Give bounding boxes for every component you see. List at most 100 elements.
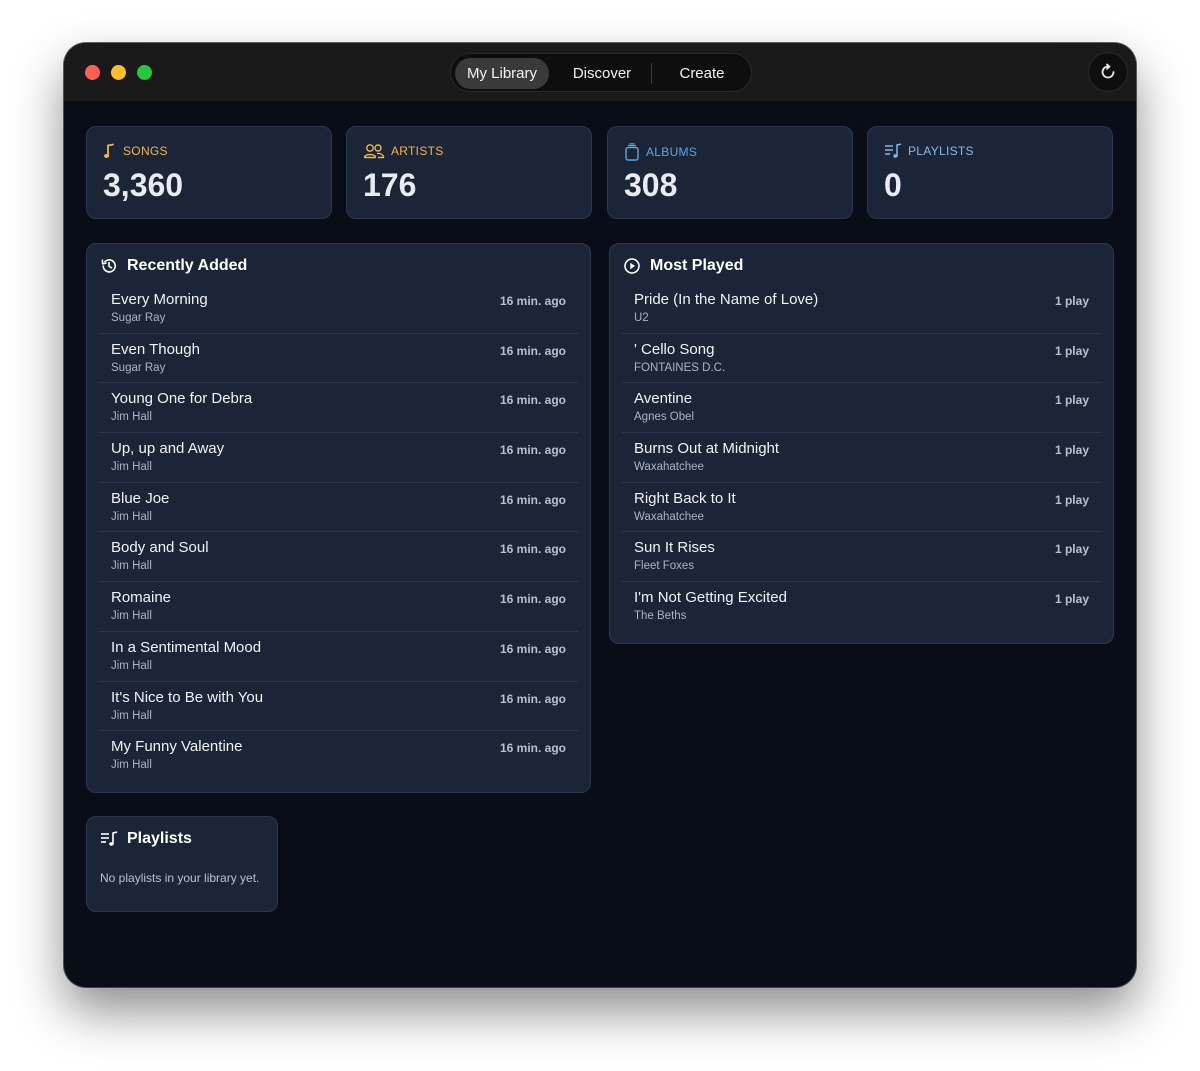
people-icon — [363, 144, 385, 159]
added-time: 16 min. ago — [499, 691, 566, 706]
most-played-panel: Most Played Pride (In the Name of Love) U… — [609, 243, 1114, 644]
list-item[interactable]: Romaine Jim Hall 16 min. ago — [99, 582, 578, 632]
most-played-title: Most Played — [650, 257, 744, 274]
track-artist: Jim Hall — [111, 759, 152, 772]
list-item[interactable]: Body and Soul Jim Hall 16 min. ago — [99, 532, 578, 583]
tab-divider — [651, 63, 652, 84]
added-time: 16 min. ago — [499, 641, 566, 656]
playlists-empty-message: No playlists in your library yet. — [100, 871, 260, 885]
stat-card-albums[interactable]: ALBUMS 308 — [607, 126, 853, 219]
track-artist: Jim Hall — [111, 461, 152, 474]
added-time: 16 min. ago — [499, 294, 566, 308]
track-artist: Fleet Foxes — [634, 560, 695, 573]
play-circle-icon — [624, 258, 640, 274]
most-played-list: Pride (In the Name of Love) U2 1 play ' Cel… — [622, 284, 1101, 632]
stat-card-playlists[interactable]: PLAYLISTS 0 — [867, 126, 1113, 219]
list-item[interactable]: Young One for Debra Jim Hall 16 min. ago — [99, 383, 578, 434]
tab-create[interactable]: Create — [655, 58, 749, 89]
artists-count: 176 — [363, 167, 417, 203]
list-item[interactable]: Right Back to It Waxahatchee 1 play — [622, 483, 1101, 533]
play-count: 1 play — [1054, 492, 1089, 507]
list-item[interactable]: Blue Joe Jim Hall 16 min. ago — [99, 483, 578, 533]
playlist-icon — [101, 831, 118, 846]
stat-card-songs[interactable]: SONGS 3,360 — [86, 126, 332, 219]
track-title: Right Back to It — [634, 489, 736, 507]
list-item[interactable]: Aventine Agnes Obel 1 play — [622, 383, 1101, 434]
list-item[interactable]: Burns Out at Midnight Waxahatchee 1 play — [622, 433, 1101, 483]
play-count: 1 play — [1054, 343, 1089, 358]
added-time: 16 min. ago — [499, 741, 566, 756]
view-switcher: My Library Discover Create — [450, 53, 752, 92]
list-item[interactable]: My Funny Valentine Jim Hall 16 min. ago — [99, 731, 578, 781]
track-title: Romaine — [111, 589, 172, 607]
music-note-icon — [104, 143, 114, 158]
play-count: 1 play — [1054, 592, 1089, 607]
track-artist: Waxahatchee — [634, 510, 704, 523]
artists-label: ARTISTS — [391, 144, 444, 158]
track-title: My Funny Valentine — [111, 738, 243, 756]
track-title: Every Morning — [111, 291, 208, 308]
list-item[interactable]: Every Morning Sugar Ray 16 min. ago — [99, 284, 578, 334]
track-title: Even Though — [111, 340, 200, 358]
playlists-count: 0 — [884, 167, 902, 203]
refresh-icon — [1101, 63, 1115, 79]
track-artist: Agnes Obel — [634, 411, 695, 424]
track-artist: U2 — [634, 312, 649, 324]
list-item[interactable]: Up, up and Away Jim Hall 16 min. ago — [99, 433, 578, 483]
track-artist: Jim Hall — [111, 610, 152, 623]
track-title: Pride (In the Name of Love) — [634, 291, 819, 308]
track-title: Blue Joe — [111, 489, 170, 507]
track-artist: Sugar Ray — [111, 361, 166, 374]
playlists-panel: Playlists No playlists in your library y… — [86, 816, 278, 912]
track-artist: Jim Hall — [111, 659, 152, 672]
track-artist: Jim Hall — [111, 560, 152, 573]
list-item[interactable]: Even Though Sugar Ray 16 min. ago — [99, 334, 578, 384]
minimize-window-button[interactable] — [111, 65, 126, 80]
track-artist: Jim Hall — [111, 510, 152, 523]
added-time: 16 min. ago — [499, 343, 566, 358]
titlebar: My Library Discover Create — [64, 43, 1136, 101]
track-title: I'm Not Getting Excited — [634, 589, 787, 607]
track-artist: Waxahatchee — [634, 461, 704, 474]
track-title: It's Nice to Be with You — [111, 688, 264, 706]
albums-label: ALBUMS — [646, 145, 698, 159]
recently-added-list: Every Morning Sugar Ray 16 min. ago Even Th… — [99, 284, 578, 781]
track-title: ' Cello Song — [634, 340, 715, 358]
added-time: 16 min. ago — [499, 393, 566, 408]
track-artist: The Beths — [634, 610, 687, 623]
list-item[interactable]: I'm Not Getting Excited The Beths 1 play — [622, 582, 1101, 632]
refresh-button[interactable] — [1088, 52, 1128, 92]
playlists-panel-title: Playlists — [127, 830, 192, 847]
tab-my-library[interactable]: My Library — [455, 58, 549, 89]
albums-count: 308 — [624, 167, 678, 203]
stat-card-artists[interactable]: ARTISTS 176 — [346, 126, 592, 219]
track-title: Body and Soul — [111, 539, 209, 557]
tab-discover[interactable]: Discover — [555, 58, 649, 89]
track-title: In a Sentimental Mood — [111, 638, 262, 656]
app-window: My Library Discover Create SONGS 3,360 A… — [64, 43, 1136, 987]
track-title: Up, up and Away — [111, 440, 225, 458]
maximize-window-button[interactable] — [137, 65, 152, 80]
songs-label: SONGS — [123, 144, 168, 158]
history-icon — [101, 259, 116, 273]
track-artist: Jim Hall — [111, 709, 152, 722]
list-item[interactable]: Sun It Rises Fleet Foxes 1 play — [622, 532, 1101, 583]
album-stack-icon — [625, 143, 639, 161]
play-count: 1 play — [1054, 393, 1089, 408]
list-item[interactable]: Pride (In the Name of Love) U2 1 play — [622, 284, 1101, 334]
play-count: 1 play — [1054, 542, 1089, 557]
play-count: 1 play — [1054, 443, 1089, 458]
songs-count: 3,360 — [103, 167, 184, 203]
recently-added-panel: Recently Added Every Morning Sugar Ray 16 … — [86, 243, 591, 793]
list-item[interactable]: It's Nice to Be with You Jim Hall 16 min. … — [99, 682, 578, 732]
track-artist: Sugar Ray — [111, 312, 166, 324]
close-window-button[interactable] — [85, 65, 100, 80]
track-artist: FONTAINES D.C. — [634, 361, 726, 374]
track-title: Aventine — [634, 390, 693, 408]
list-item[interactable]: ' Cello Song FONTAINES D.C. 1 play — [622, 334, 1101, 384]
track-artist: Jim Hall — [111, 411, 152, 424]
added-time: 16 min. ago — [499, 443, 566, 458]
list-item[interactable]: In a Sentimental Mood Jim Hall 16 min. ago — [99, 632, 578, 682]
track-title: Sun It Rises — [634, 539, 715, 557]
track-title: Burns Out at Midnight — [634, 440, 780, 458]
